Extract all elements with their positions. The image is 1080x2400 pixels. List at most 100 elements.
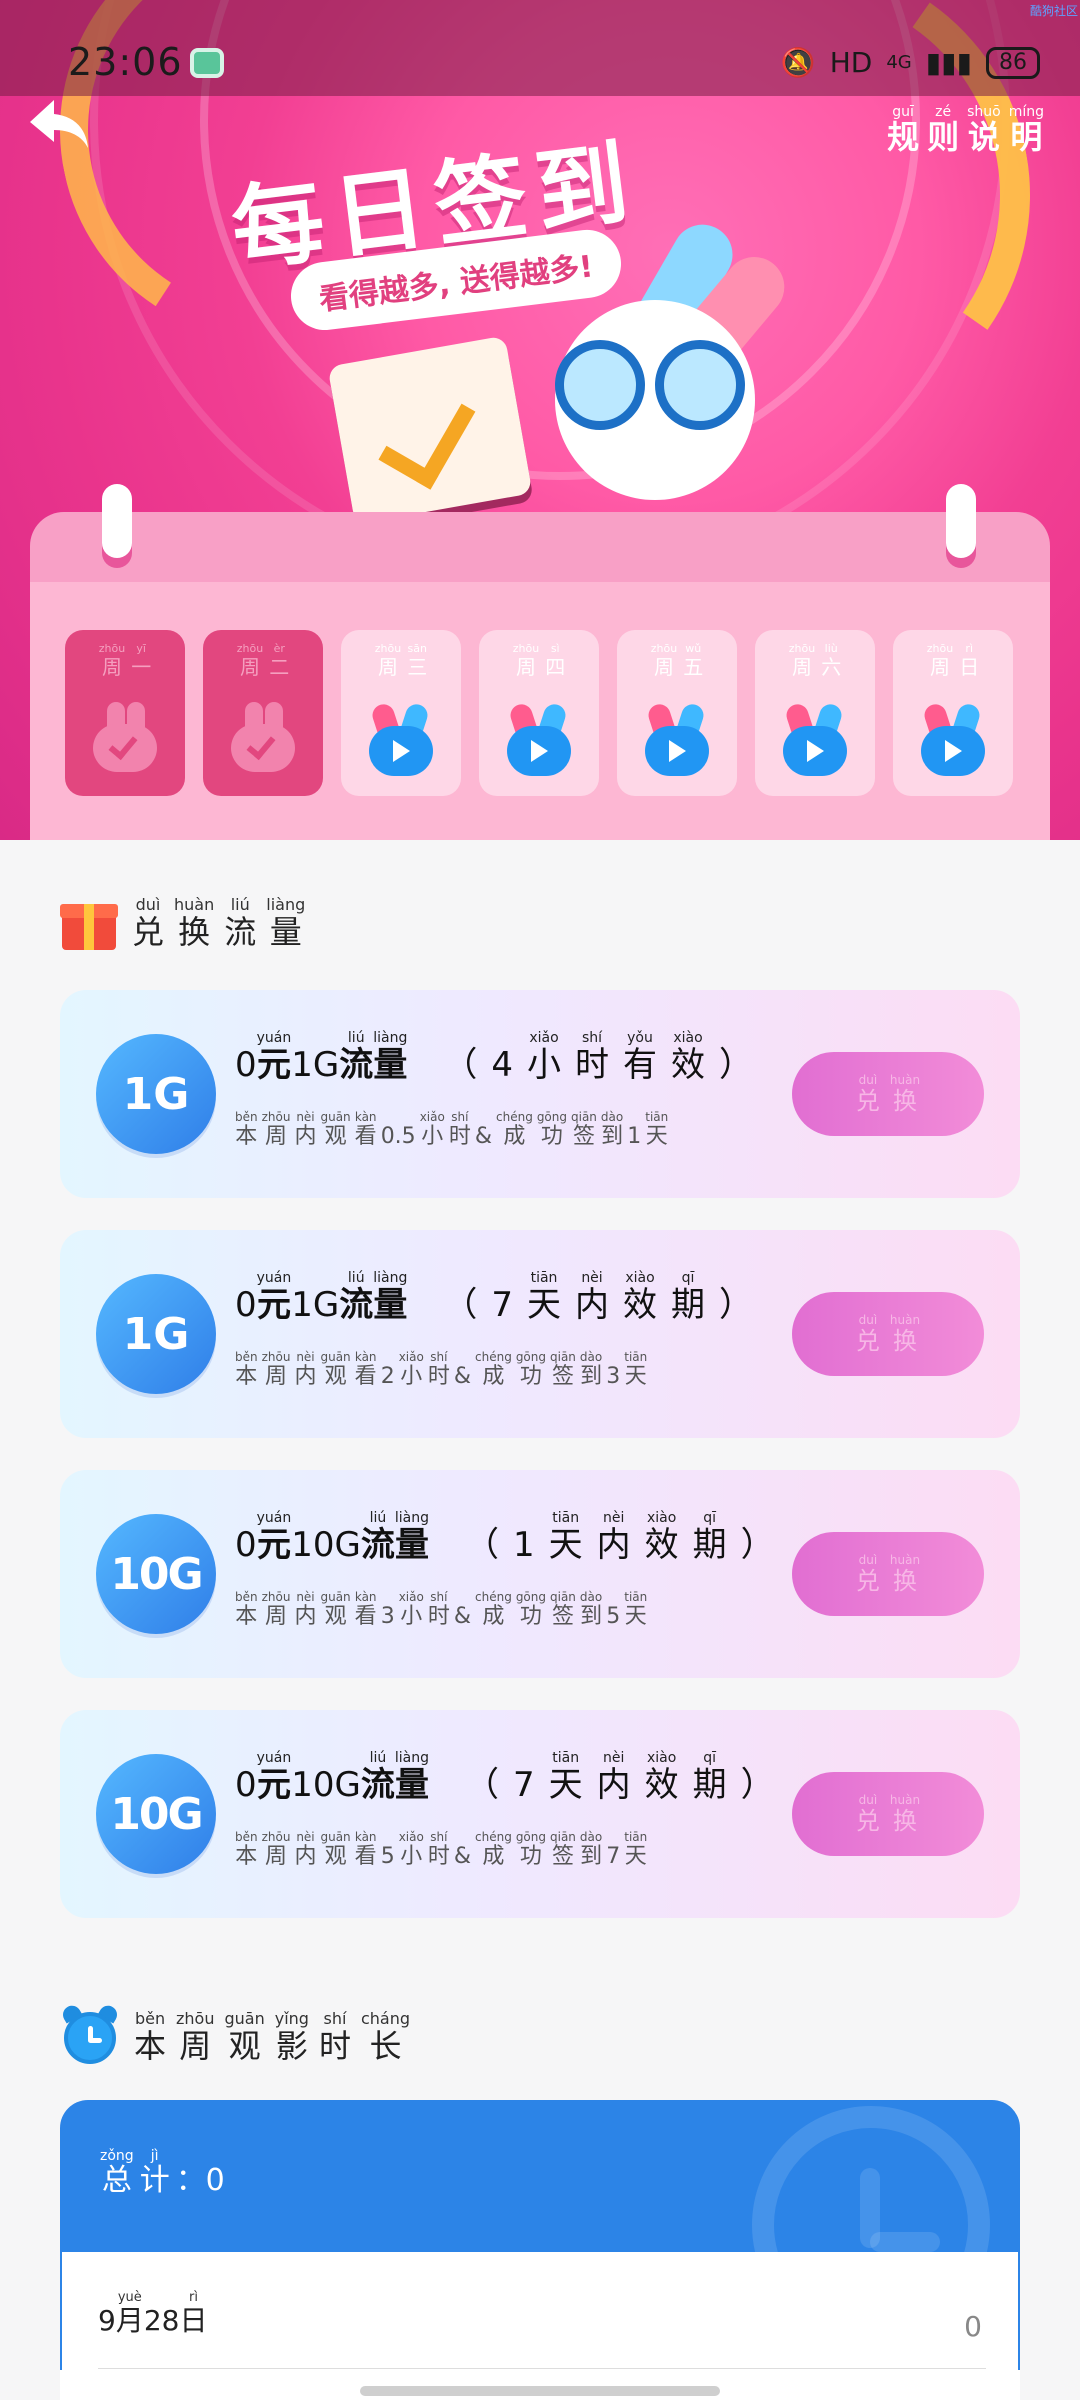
pinyin-label: běn [235, 1590, 258, 1604]
pinyin-label: xiǎo [398, 1350, 424, 1364]
char-label: 签 [572, 1124, 595, 1149]
char-label: 功 [519, 1364, 542, 1389]
offer-condition-char: gōng 功 [516, 1350, 546, 1390]
offer-title-char: qī 期 [693, 1750, 727, 1804]
char-label: 观 [324, 1364, 347, 1389]
pinyin-label [313, 1030, 317, 1046]
pinyin-label [244, 1750, 248, 1766]
char-label: 0 [235, 1285, 257, 1325]
day-card-7[interactable]: zhōu 周 rì 日 [893, 630, 1013, 796]
offer-condition-char: shí 时 [428, 1590, 450, 1630]
section-title-char: liàng 量 [266, 896, 305, 951]
pinyin-label [500, 1270, 504, 1286]
offer-title-char: 1G [291, 1030, 339, 1084]
pinyin-label: yuè [117, 2290, 142, 2305]
char-label: 本 [235, 1844, 258, 1869]
pinyin-label: chéng [496, 1110, 533, 1124]
char-label: 天 [624, 1364, 647, 1389]
char-label: 看 [354, 1364, 377, 1389]
char-label: 周 [377, 655, 398, 679]
char-label: 签 [551, 1604, 574, 1629]
offer-condition: běn 本 zhōu 周 nèi 内 guān 观 kàn 看 0.5 xiǎo 小 shí 时 & ché… [235, 1110, 672, 1150]
pinyin-label [461, 1350, 465, 1364]
char-label: 二 [269, 655, 290, 679]
char-label: 时 [427, 1604, 450, 1629]
char-label: 则 [927, 118, 960, 156]
offer-condition-char: 3 [606, 1350, 620, 1390]
pinyin-label: xiào [625, 1270, 655, 1286]
data-size-badge: 10G [96, 1754, 216, 1874]
exchange-button-char: huàn 换 [890, 1793, 920, 1835]
day-label: zhōu 周 [99, 642, 125, 679]
pinyin-label: zhōu [261, 1830, 291, 1844]
watch-time-summary: zǒng 总 jì 计：0 [60, 2100, 1020, 2252]
pinyin-label: nèi [602, 1750, 625, 1766]
pinyin-label [458, 1030, 462, 1046]
day-card-5[interactable]: zhōu 周 wǔ 五 [617, 630, 737, 796]
day-number: 28 [143, 2304, 180, 2337]
char-label: 日 [179, 2304, 208, 2337]
rules-button[interactable]: guī 规 zé 则 shuō 说 míng 明 [887, 104, 1044, 154]
char-label: 量 [394, 1765, 429, 1805]
row-value: 0 [964, 2310, 982, 2343]
page: 每日签到 看得越多, 送得越多! zhōu 周 yī 一 zhōu 周 èr 二 zhōu 周 sā… [0, 0, 1080, 2400]
section-title-char: huàn 换 [174, 896, 214, 951]
pinyin-label [611, 1590, 615, 1604]
offer-title-char: ） [741, 1750, 775, 1804]
home-indicator[interactable] [360, 2386, 720, 2396]
offer-condition-char: chéng 成 [475, 1590, 512, 1630]
char-label: 月 [115, 2304, 144, 2337]
play-bunny-icon [643, 701, 711, 776]
offer-title-char: 10G [291, 1750, 361, 1804]
char-label: 元 [256, 1765, 291, 1805]
day-card-3[interactable]: zhōu 周 sān 三 [341, 630, 461, 796]
offer-title-char: tiān 天 [549, 1510, 583, 1564]
section-title-char: shí 时 [319, 2010, 351, 2065]
day-label: zhōu 周 [513, 642, 539, 679]
pinyin-label: nèi [296, 1110, 315, 1124]
char-label: 内 [294, 1844, 317, 1869]
pinyin-label [611, 1350, 615, 1364]
offer-title-char: liú 流 [339, 1270, 373, 1324]
pinyin-label [522, 1750, 526, 1766]
char-label: 观 [228, 2027, 261, 2065]
exchange-button[interactable]: duì 兑 huàn 换 [792, 1292, 984, 1376]
back-arrow-icon[interactable] [26, 96, 92, 152]
offer-title-char: 4 [491, 1030, 513, 1084]
char-label: 兑 [855, 1087, 880, 1115]
offer-condition-char: tiān 天 [645, 1110, 668, 1150]
offer-title-char: xiào 效 [645, 1510, 679, 1564]
exchange-button[interactable]: duì 兑 huàn 换 [792, 1532, 984, 1616]
pinyin-label: huàn [889, 1793, 921, 1807]
pinyin-label: huàn [889, 1553, 921, 1567]
pinyin-label: kàn [354, 1110, 377, 1124]
day-card-6[interactable]: zhōu 周 liù 六 [755, 630, 875, 796]
char-label: 0 [235, 1525, 257, 1565]
char-label: 流 [224, 913, 257, 951]
char-label: 日 [959, 655, 980, 679]
pinyin-label: qiān [550, 1590, 576, 1604]
day-card-4[interactable]: zhōu 周 sì 四 [479, 630, 599, 796]
pinyin-label: yuán [256, 1510, 292, 1526]
checked-bunny-icon [93, 702, 157, 772]
char-label: 功 [519, 1844, 542, 1869]
pinyin-label: yǐng [274, 2009, 309, 2028]
char-label: 时 [575, 1045, 610, 1085]
day-label: zhōu 周 [789, 642, 815, 679]
offer-title-char: （ [443, 1270, 477, 1324]
exchange-button[interactable]: duì 兑 huàn 换 [792, 1052, 984, 1136]
day-card-1: zhōu 周 yī 一 [65, 630, 185, 796]
offer-condition-char: guān 观 [320, 1590, 350, 1630]
char-label: 效 [671, 1045, 706, 1085]
board-hook [946, 484, 976, 558]
pinyin-label: liú [347, 1270, 365, 1286]
pinyin-label: dào [579, 1350, 603, 1364]
char-label: 有 [623, 1045, 658, 1085]
char-label: 兑 [855, 1807, 880, 1835]
exchange-button[interactable]: duì 兑 huàn 换 [792, 1772, 984, 1856]
pinyin-label [522, 1510, 526, 1526]
offer-condition-char: kàn 看 [355, 1590, 377, 1630]
pinyin-label: běn [134, 2009, 166, 2028]
offer-title-char: liú 流 [339, 1030, 373, 1084]
char-label: 兑 [855, 1567, 880, 1595]
